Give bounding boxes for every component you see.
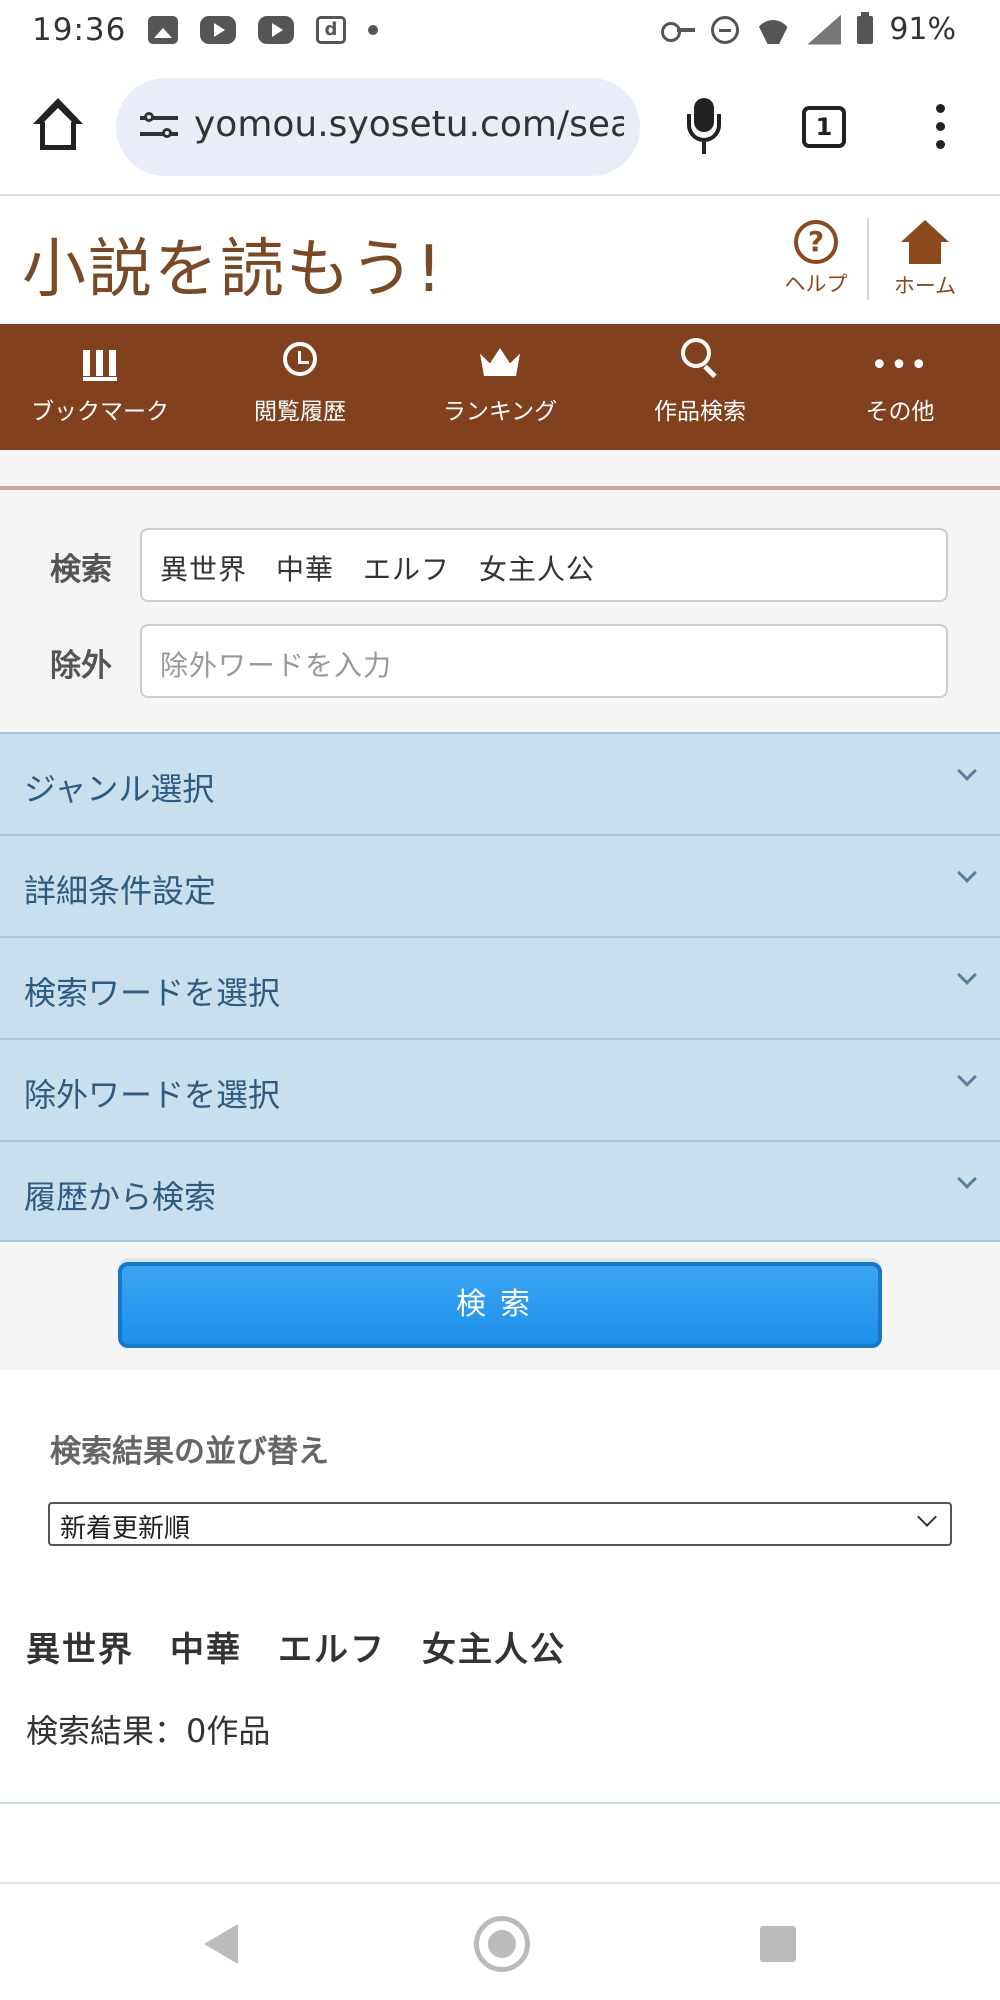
site-header: 小説を読もう! ? ヘルプ ホーム xyxy=(0,198,1000,324)
nav-item-ranking[interactable]: ランキング xyxy=(400,324,600,450)
notification-icons: d xyxy=(148,16,378,44)
results-query: 異世界 中華 エルフ 女主人公 xyxy=(26,1630,566,1670)
search-icon xyxy=(681,338,719,376)
search-form: 検索 異世界 中華 エルフ 女主人公 除外 除外ワードを入力 ジャンル選択 詳細… xyxy=(0,450,1000,1370)
nav-item-bookmark[interactable]: ブックマーク xyxy=(0,324,200,450)
nav-label: 閲覧履歴 xyxy=(254,399,346,425)
d-app-icon: d xyxy=(316,16,346,44)
accordion-detail[interactable]: 詳細条件設定 xyxy=(0,834,1000,936)
sort-select[interactable]: 新着更新順 xyxy=(48,1502,952,1546)
site-logo[interactable]: 小説を読もう! xyxy=(22,218,444,310)
accordion-history[interactable]: 履歴から検索 xyxy=(0,1140,1000,1242)
help-button[interactable]: ? ヘルプ xyxy=(776,220,856,298)
tab-switcher-button[interactable]: 1 xyxy=(802,106,846,148)
address-bar[interactable]: yomou.syosetu.com/sea xyxy=(116,78,640,176)
exclude-label: 除外 xyxy=(50,648,112,684)
accordion-label: 検索ワードを選択 xyxy=(24,974,281,1012)
key-icon xyxy=(661,21,696,42)
accordion-label: 詳細条件設定 xyxy=(24,872,217,910)
nav-item-search[interactable]: 作品検索 xyxy=(600,324,800,450)
site-home-button[interactable]: ホーム xyxy=(885,220,965,300)
browser-menu-icon[interactable] xyxy=(936,104,946,150)
chevron-down-icon xyxy=(957,761,977,781)
back-icon[interactable] xyxy=(204,1924,238,1964)
search-label: 検索 xyxy=(50,552,112,588)
accordion-exclude-words[interactable]: 除外ワードを選択 xyxy=(0,1038,1000,1140)
header-divider xyxy=(867,218,869,300)
mic-icon[interactable] xyxy=(684,98,724,158)
accordion-label: 除外ワードを選択 xyxy=(24,1076,281,1114)
divider xyxy=(0,1882,1000,1884)
crown-icon xyxy=(480,348,520,376)
dot-icon xyxy=(368,25,378,35)
nav-label: その他 xyxy=(865,399,935,425)
sort-selected-value: 新着更新順 xyxy=(60,1514,191,1544)
exclude-row: 除外 除外ワードを入力 xyxy=(0,624,1000,700)
help-icon: ? xyxy=(794,220,838,264)
home-label: ホーム xyxy=(893,274,957,298)
site-settings-icon[interactable] xyxy=(140,110,178,144)
search-input[interactable]: 異世界 中華 エルフ 女主人公 xyxy=(140,528,948,602)
results-section: 検索結果の並び替え 新着更新順 異世界 中華 エルフ 女主人公 検索結果：0作品 xyxy=(0,1370,1000,1878)
nav-label: 作品検索 xyxy=(654,399,746,425)
home-circle-icon[interactable] xyxy=(474,1916,530,1972)
exclude-input[interactable]: 除外ワードを入力 xyxy=(140,624,948,698)
nav-item-more[interactable]: ••• その他 xyxy=(800,324,1000,450)
battery-icon xyxy=(857,11,874,44)
url-text[interactable]: yomou.syosetu.com/sea xyxy=(194,104,624,145)
status-bar: 19:36 d 91% xyxy=(0,0,1000,60)
signal-icon xyxy=(807,14,842,45)
chevron-down-icon xyxy=(957,863,977,883)
chevron-down-icon xyxy=(957,965,977,985)
search-row: 検索 異世界 中華 エルフ 女主人公 xyxy=(0,528,1000,604)
chevron-down-icon xyxy=(957,1067,977,1087)
chevron-down-icon xyxy=(957,1169,977,1189)
divider xyxy=(0,1802,1000,1804)
nav-item-history[interactable]: 閲覧履歴 xyxy=(200,324,400,450)
main-nav: ブックマーク 閲覧履歴 ランキング 作品検索 ••• その他 xyxy=(0,324,1000,450)
wifi-icon xyxy=(755,16,791,44)
results-count: 検索結果：0作品 xyxy=(26,1712,271,1750)
status-time: 19:36 xyxy=(32,12,127,48)
divider xyxy=(0,486,1000,490)
accordion-label: ジャンル選択 xyxy=(24,770,215,808)
battery-percent: 91% xyxy=(889,12,956,47)
accordion-label: 履歴から検索 xyxy=(24,1178,217,1216)
youtube-icon xyxy=(200,16,236,44)
search-options: ジャンル選択 詳細条件設定 検索ワードを選択 除外ワードを選択 履歴から検索 xyxy=(0,732,1000,1242)
bookmark-icon xyxy=(83,350,117,381)
home-icon xyxy=(901,220,949,266)
recents-icon[interactable] xyxy=(760,1926,796,1962)
accordion-search-words[interactable]: 検索ワードを選択 xyxy=(0,936,1000,1038)
history-icon xyxy=(283,342,317,376)
browser-home-icon[interactable] xyxy=(30,98,86,154)
search-submit-button[interactable]: 検索 xyxy=(118,1262,882,1348)
nav-label: ランキング xyxy=(442,399,558,425)
chevron-down-icon xyxy=(917,1507,937,1527)
image-icon xyxy=(148,16,178,44)
more-icon: ••• xyxy=(870,348,930,383)
system-icons: 91% xyxy=(661,11,956,47)
nav-label: ブックマーク xyxy=(31,399,169,425)
help-label: ヘルプ xyxy=(784,272,848,296)
system-nav-bar xyxy=(0,1886,1000,2000)
sort-title: 検索結果の並び替え xyxy=(50,1434,329,1470)
browser-toolbar: yomou.syosetu.com/sea 1 xyxy=(0,60,1000,196)
accordion-genre[interactable]: ジャンル選択 xyxy=(0,732,1000,834)
dnd-icon xyxy=(711,15,740,44)
youtube-icon xyxy=(258,16,294,44)
